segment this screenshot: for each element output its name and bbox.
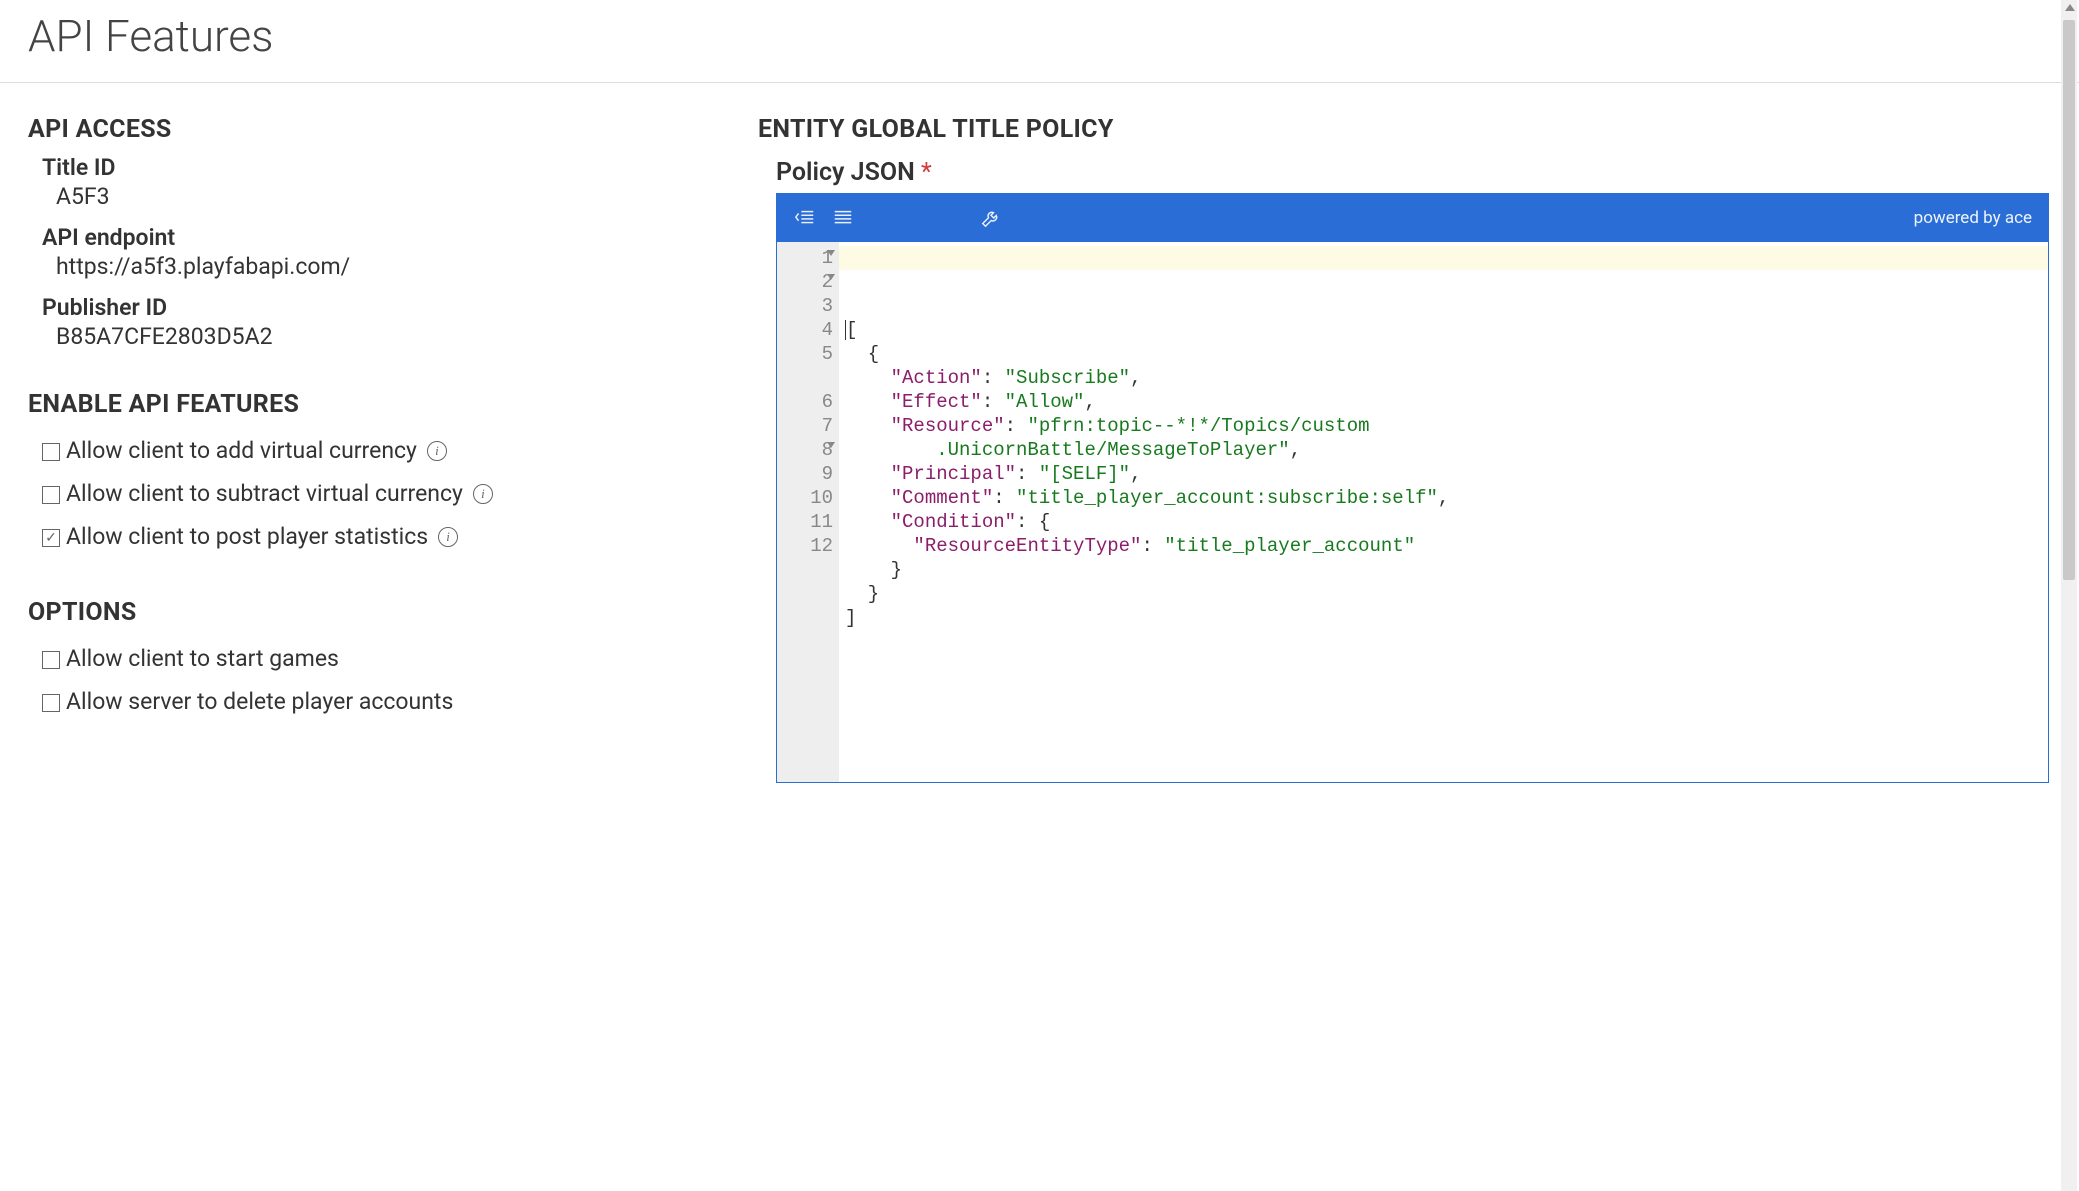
page-scrollbar[interactable] <box>2061 0 2077 1191</box>
info-icon[interactable]: i <box>427 441 447 461</box>
feature-checkbox-row[interactable]: Allow client to subtract virtual currenc… <box>28 472 718 515</box>
page-title: API Features <box>28 10 2051 62</box>
wrench-icon[interactable] <box>979 206 1003 230</box>
option-checkbox-row[interactable]: Allow client to start games <box>28 637 718 680</box>
api-endpoint-value: https://a5f3.playfabapi.com/ <box>42 253 718 280</box>
title-id-label: Title ID <box>42 154 718 181</box>
editor-toolbar: powered by ace <box>777 194 2048 242</box>
outdent-icon[interactable] <box>793 206 817 230</box>
editor-gutter: 123456789101112 <box>777 242 839 782</box>
info-icon[interactable]: i <box>438 527 458 547</box>
publisher-id-value: B85A7CFE2803D5A2 <box>42 323 718 350</box>
powered-by-ace-label: powered by ace <box>1914 208 2032 228</box>
policy-heading: ENTITY GLOBAL TITLE POLICY <box>758 115 2051 144</box>
feature-checkbox-row[interactable]: Allow client to add virtual currency i <box>28 429 718 472</box>
feature-label: Allow client to subtract virtual currenc… <box>66 480 463 507</box>
checkbox-icon[interactable] <box>42 486 60 504</box>
api-endpoint-label: API endpoint <box>42 224 718 251</box>
indent-icon[interactable] <box>831 206 855 230</box>
option-label: Allow client to start games <box>66 645 339 672</box>
scroll-up-icon[interactable] <box>2065 4 2075 11</box>
feature-checkbox-row[interactable]: Allow client to post player statistics i <box>28 515 718 558</box>
api-access-section: API ACCESS Title ID A5F3 API endpoint ht… <box>28 115 718 350</box>
scrollbar-thumb[interactable] <box>2063 20 2075 580</box>
policy-json-editor[interactable]: powered by ace 123456789101112 [ { "Acti… <box>776 193 2049 783</box>
publisher-id-label: Publisher ID <box>42 294 718 321</box>
checkbox-icon[interactable] <box>42 651 60 669</box>
title-id-value: A5F3 <box>42 183 718 210</box>
info-icon[interactable]: i <box>473 484 493 504</box>
option-checkbox-row[interactable]: Allow server to delete player accounts <box>28 680 718 723</box>
editor-code-area[interactable]: [ { "Action": "Subscribe", "Effect": "Al… <box>839 242 2048 782</box>
option-label: Allow server to delete player accounts <box>66 688 453 715</box>
required-mark: * <box>921 158 932 187</box>
checkbox-icon[interactable] <box>42 443 60 461</box>
feature-label: Allow client to add virtual currency <box>66 437 417 464</box>
checkbox-icon[interactable] <box>42 694 60 712</box>
enable-features-heading: ENABLE API FEATURES <box>28 390 718 419</box>
options-section: OPTIONS Allow client to start games Allo… <box>28 598 718 723</box>
checkbox-icon[interactable] <box>42 529 60 547</box>
api-access-heading: API ACCESS <box>28 115 718 144</box>
feature-label: Allow client to post player statistics <box>66 523 428 550</box>
options-heading: OPTIONS <box>28 598 718 627</box>
enable-features-section: ENABLE API FEATURES Allow client to add … <box>28 390 718 558</box>
policy-json-label: Policy JSON * <box>776 158 2051 187</box>
